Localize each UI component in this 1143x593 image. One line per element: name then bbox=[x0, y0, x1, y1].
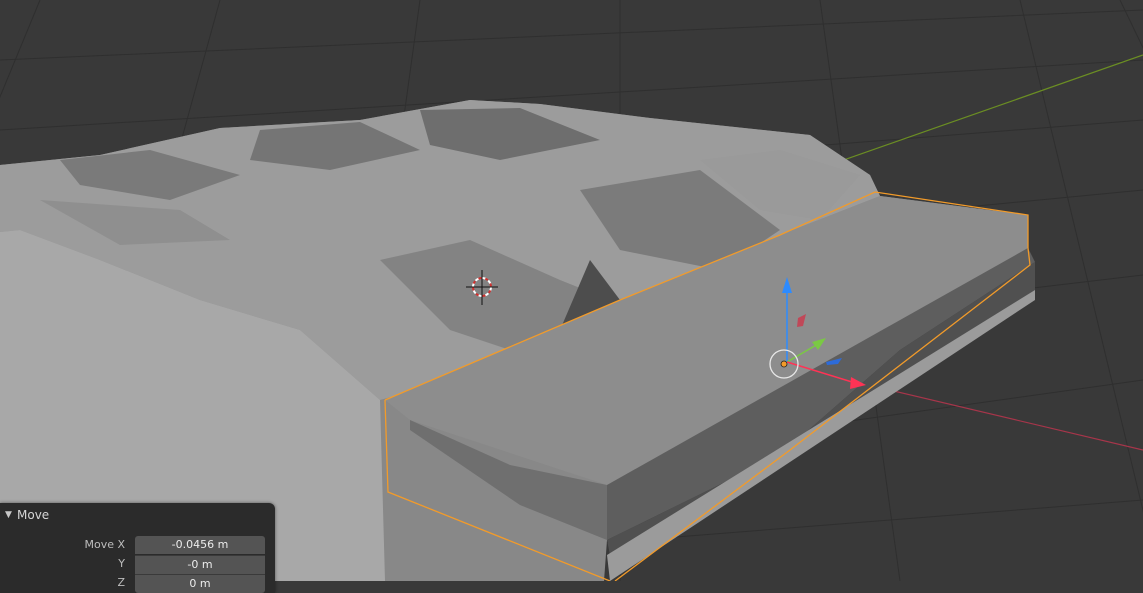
move-y-field[interactable]: -0 m bbox=[135, 555, 265, 574]
move-z-row: Z 0 m bbox=[0, 574, 275, 593]
move-y-row: Y -0 m bbox=[0, 555, 275, 574]
chevron-down-icon: ▼ bbox=[5, 510, 12, 520]
3d-viewport[interactable] bbox=[0, 0, 1143, 581]
move-x-label: Move X bbox=[84, 538, 125, 551]
operator-panel-title: Move bbox=[17, 508, 50, 522]
move-z-label: Z bbox=[117, 576, 125, 589]
move-y-label: Y bbox=[118, 557, 125, 570]
viewport-scene[interactable] bbox=[0, 0, 1143, 581]
move-x-row: Move X -0.0456 m bbox=[0, 536, 275, 554]
operator-panel-header[interactable]: ▼ Move bbox=[0, 503, 275, 529]
operator-panel: ▼ Move Move X -0.0456 m Y -0 m Z 0 m bbox=[0, 503, 275, 593]
move-x-field[interactable]: -0.0456 m bbox=[135, 536, 265, 554]
move-z-field[interactable]: 0 m bbox=[135, 574, 265, 593]
